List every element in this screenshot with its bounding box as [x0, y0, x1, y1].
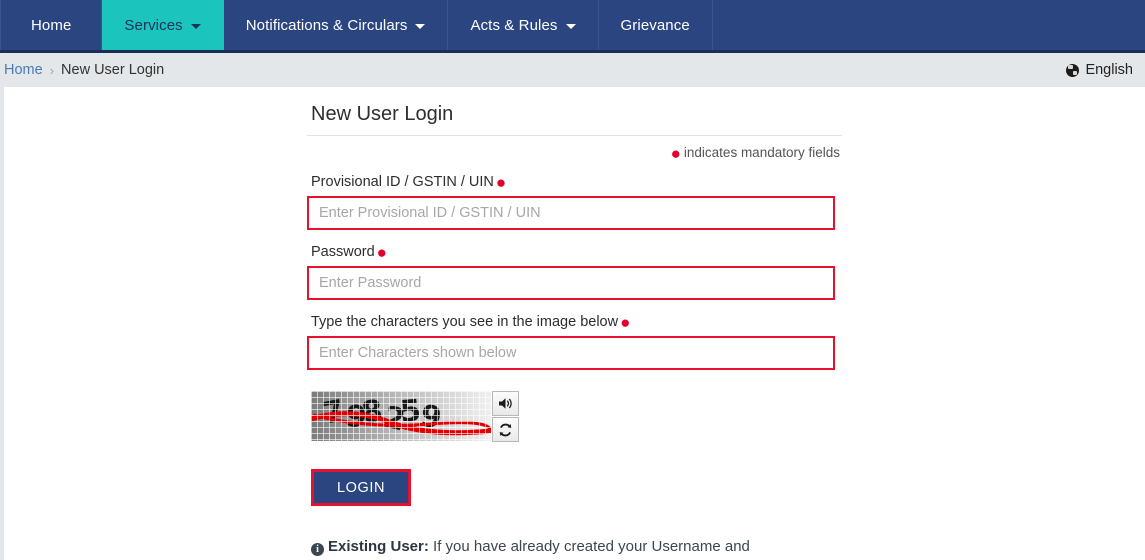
main-navigation: Home Services Notifications & Circulars … — [0, 0, 1145, 53]
nav-item-label: Acts & Rules — [470, 16, 558, 34]
required-marker-icon: ● — [376, 243, 387, 262]
mandatory-fields-note: ● indicates mandatory fields — [307, 136, 842, 163]
captcha-input[interactable] — [307, 336, 835, 370]
required-marker-icon: ● — [670, 144, 681, 163]
speaker-icon — [499, 398, 512, 409]
refresh-icon — [499, 423, 512, 436]
globe-icon — [1066, 63, 1080, 77]
existing-user-label: Existing User: — [328, 538, 429, 555]
captcha-audio-button[interactable] — [492, 391, 519, 416]
provisional-id-label: Provisional ID / GSTIN / UIN ● — [307, 174, 842, 196]
captcha-label: Type the characters you see in the image… — [307, 314, 842, 336]
required-marker-icon: ● — [495, 173, 507, 192]
language-label: English — [1085, 62, 1133, 78]
nav-item-home[interactable]: Home — [0, 0, 103, 50]
captcha-row: 7 9 8 2 5 9 — [307, 370, 842, 442]
required-marker-icon: ● — [620, 313, 631, 332]
field-group-password: Password ● — [307, 230, 842, 300]
nav-item-acts-rules[interactable]: Acts & Rules — [448, 0, 599, 50]
breadcrumb-link-home[interactable]: Home — [4, 62, 43, 78]
chevron-down-icon — [415, 23, 426, 29]
captcha-label-text: Type the characters you see in the image… — [311, 314, 619, 330]
password-label: Password ● — [307, 244, 842, 266]
nav-item-label: Home — [31, 16, 72, 34]
nav-empty-space — [713, 0, 1145, 50]
password-label-text: Password — [311, 244, 375, 260]
nav-item-grievance[interactable]: Grievance — [599, 0, 713, 50]
captcha-refresh-button[interactable] — [492, 417, 519, 442]
breadcrumb: Home › New User Login English — [0, 53, 1145, 87]
breadcrumb-separator: › — [49, 62, 55, 78]
mandatory-note-text: indicates mandatory fields — [683, 145, 840, 160]
captcha-buttons — [492, 391, 519, 442]
nav-item-services[interactable]: Services — [102, 0, 224, 50]
nav-item-notifications-circulars[interactable]: Notifications & Circulars — [224, 0, 449, 50]
breadcrumb-current-page: New User Login — [61, 62, 165, 78]
existing-user-note: i Existing User: If you have already crea… — [311, 536, 801, 560]
language-selector[interactable]: English — [1066, 62, 1133, 78]
page-title: New User Login — [311, 103, 454, 125]
info-icon: i — [311, 543, 324, 556]
login-button[interactable]: LOGIN — [311, 469, 411, 506]
nav-item-label: Grievance — [620, 16, 690, 34]
provisional-id-label-text: Provisional ID / GSTIN / UIN — [311, 174, 494, 190]
field-group-provisional-id: Provisional ID / GSTIN / UIN ● — [307, 160, 842, 230]
field-group-captcha: Type the characters you see in the image… — [307, 300, 842, 370]
chevron-down-icon — [565, 23, 576, 29]
chevron-down-icon — [190, 23, 201, 29]
new-user-login-form: New User Login ● indicates mandatory fiel… — [307, 87, 842, 560]
nav-item-label: Notifications & Circulars — [245, 16, 408, 34]
password-input[interactable] — [307, 266, 835, 300]
provisional-id-input[interactable] — [307, 196, 835, 230]
captcha-image: 7 9 8 2 5 9 — [311, 391, 491, 441]
nav-item-label: Services — [124, 16, 183, 34]
page-content: New User Login ● indicates mandatory fiel… — [0, 87, 1145, 560]
